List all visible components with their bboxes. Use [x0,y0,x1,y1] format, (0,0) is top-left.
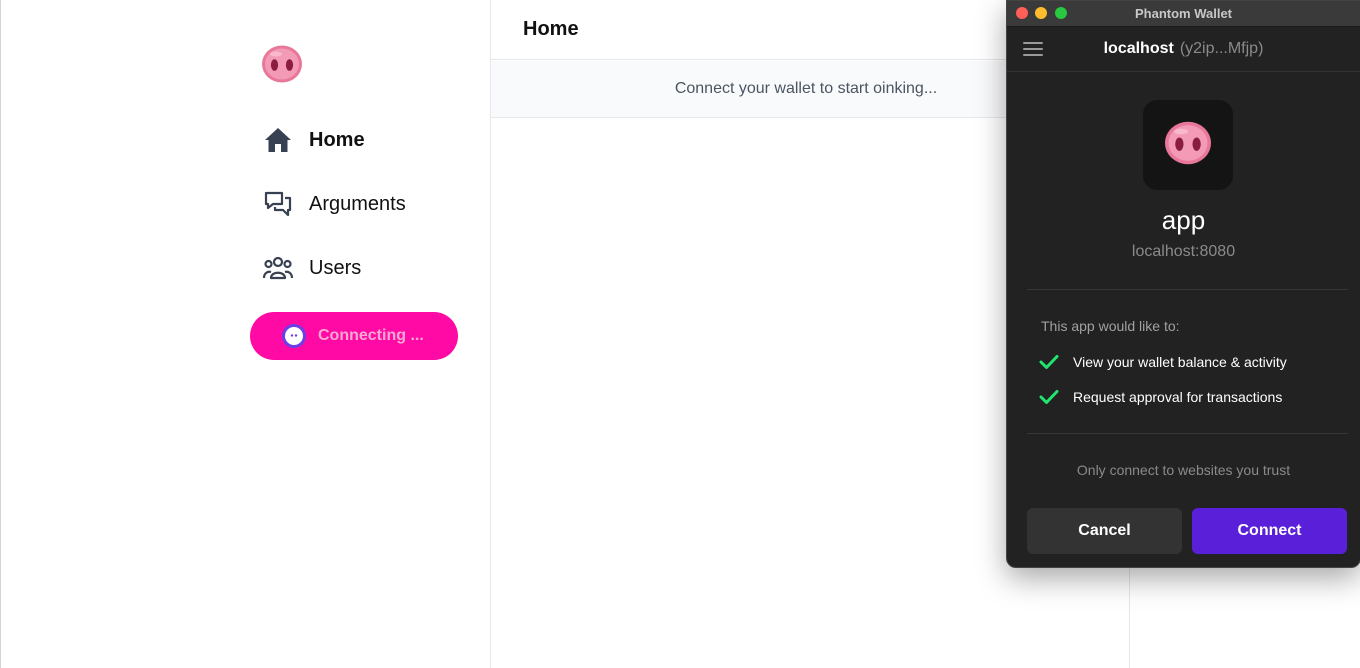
host-name: localhost [1103,40,1174,57]
pig-snout-icon [1163,120,1213,171]
window-title: Phantom Wallet [1134,6,1233,21]
sidebar-item-home[interactable]: Home [262,122,365,158]
users-icon [262,252,294,284]
phantom-ghost-icon [282,324,306,348]
app-icon [1143,100,1233,190]
app-window: Home Arguments Users Connecting ... Home… [0,0,1360,668]
pig-snout-icon[interactable] [261,44,303,84]
permission-item: Request approval for transactions [1039,387,1282,407]
banner-text: Connect your wallet to start oinking... [674,80,938,97]
popup-header: localhost (y2ip...Mfjp) [1007,28,1360,72]
sidebar-item-label: Users [309,256,362,279]
host-address: (y2ip...Mfjp) [1179,40,1264,57]
connect-wallet-button[interactable]: Connecting ... [250,312,458,360]
connect-button-label: Connecting ... [318,327,424,344]
app-url: localhost:8080 [1131,243,1236,260]
home-icon [262,124,294,156]
permission-text: View your wallet balance & activity [1073,354,1287,370]
sidebar: Home Arguments Users Connecting ... [1,0,491,668]
app-name: app [1161,205,1206,235]
connect-button[interactable]: Connect [1192,508,1347,554]
trust-note: Only connect to websites you trust [1076,462,1291,478]
phantom-wallet-window: Phantom Wallet localhost (y2ip...Mfjp) a… [1006,0,1360,568]
permissions-title: This app would like to: [1041,318,1180,334]
divider [1027,433,1348,434]
divider [1027,289,1348,290]
permission-text: Request approval for transactions [1073,389,1283,405]
checkmark-icon [1039,389,1059,405]
window-titlebar[interactable]: Phantom Wallet [1007,1,1360,27]
sidebar-item-label: Arguments [309,192,406,215]
sidebar-item-users[interactable]: Users [262,250,361,286]
chat-bubbles-icon [262,188,294,220]
checkmark-icon [1039,354,1059,370]
sidebar-item-label: Home [309,128,365,151]
cancel-button[interactable]: Cancel [1027,508,1182,554]
connected-host: localhost (y2ip...Mfjp) [1007,40,1360,58]
permission-item: View your wallet balance & activity [1039,352,1287,372]
sidebar-item-arguments[interactable]: Arguments [262,186,406,222]
page-title: Home [523,18,579,40]
